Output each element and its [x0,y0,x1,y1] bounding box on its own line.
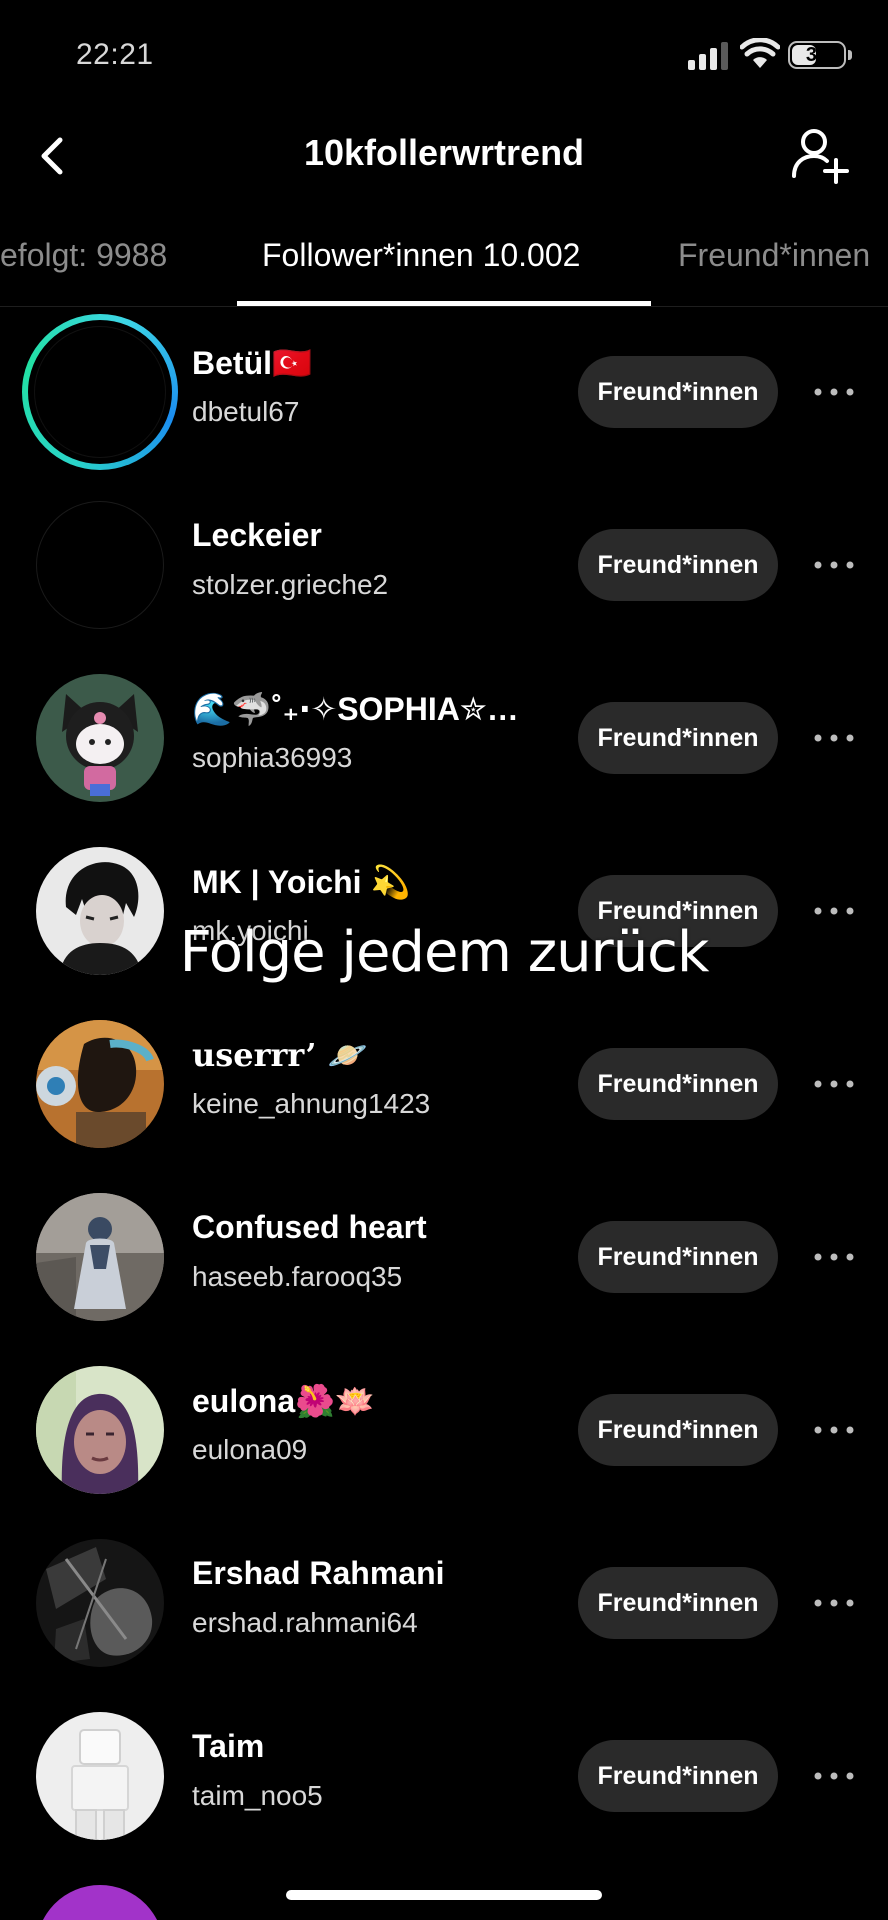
tab-followers[interactable]: Follower*innen 10.002 [262,237,580,274]
page-title: 10kfollerwrtrend [303,132,585,173]
user-name: 🌊🦈˚₊‧✧SOPHIA✮… [192,691,519,727]
user-handle: eulona09 [192,1434,308,1465]
avatar[interactable] [36,674,164,802]
more-options-icon[interactable] [812,551,856,579]
user-name: Betül🇹🇷 [192,345,312,381]
user-name: Taim [192,1728,265,1764]
battery-level: 37 [805,44,829,66]
friends-button[interactable]: Freund*innen [578,1567,778,1639]
status-time: 22:21 [76,38,154,71]
user-name: userrr’ 🪐 [192,1036,368,1074]
friends-button[interactable]: Freund*innen [578,356,778,428]
more-options-icon[interactable] [812,1243,856,1271]
user-handle: stolzer.grieche2 [192,569,389,600]
avatar[interactable] [36,1539,164,1667]
add-user-icon[interactable] [790,126,850,186]
list-item[interactable]: Betül🇹🇷 dbetul67 Freund*innen [0,308,888,480]
user-handle: haseeb.farooq35 [192,1261,403,1292]
friends-button[interactable]: Freund*innen [578,1394,778,1466]
more-options-icon[interactable] [812,1762,856,1790]
avatar[interactable] [36,1366,164,1494]
status-bar: 22:21 37 [0,0,888,110]
user-handle: dbetul67 [192,396,300,427]
friends-button[interactable]: Freund*innen [578,1740,778,1812]
home-indicator [286,1890,602,1900]
back-arrow-icon[interactable] [26,130,78,182]
avatar[interactable] [36,1020,164,1148]
cellular-signal-icon [688,42,728,70]
avatar[interactable] [36,1193,164,1321]
more-options-icon[interactable] [812,1589,856,1617]
user-name: MK | Yoichi 💫 [192,864,411,900]
friends-button[interactable]: Freund*innen [578,1221,778,1293]
friends-button[interactable]: Freund*innen [578,702,778,774]
user-name: Confused heart [192,1209,427,1245]
friends-button[interactable]: Freund*innen [578,529,778,601]
avatar[interactable] [36,1885,164,1920]
tab-following[interactable]: efolgt: 9988 [0,237,167,274]
user-handle: sophia36993 [192,742,353,773]
more-options-icon[interactable] [812,897,856,925]
more-options-icon[interactable] [812,378,856,406]
tab-bar: efolgt: 9988 Follower*innen 10.002 Freun… [0,225,888,307]
list-item[interactable]: 🌊🦈˚₊‧✧SOPHIA✮… sophia36993 Freund*innen [0,654,888,826]
story-ring[interactable] [22,314,178,470]
list-item[interactable]: userrr’ 🪐 keine_ahnung1423 Freund*innen [0,1000,888,1172]
avatar[interactable] [36,501,164,629]
user-handle: taim_noo5 [192,1780,323,1811]
list-item[interactable]: Ershad Rahmani ershad.rahmani64 Freund*i… [0,1519,888,1691]
friends-button[interactable]: Freund*innen [578,1048,778,1120]
user-name: Ershad Rahmani [192,1555,445,1591]
battery-icon: 37 [788,41,846,69]
user-name: Leckeier [192,517,322,553]
list-item[interactable]: Leckeier stolzer.grieche2 Freund*innen [0,481,888,653]
wifi-icon [740,38,780,68]
list-item[interactable]: Confused heart haseeb.farooq35 Freund*in… [0,1173,888,1345]
user-handle: ershad.rahmani64 [192,1607,418,1638]
list-item[interactable]: Taim taim_noo5 Freund*innen [0,1692,888,1864]
overlay-caption: Folge jedem zurück [179,920,710,985]
more-options-icon[interactable] [812,1416,856,1444]
active-tab-indicator [237,301,651,306]
user-name: eulona🌺🪷 [192,1383,375,1419]
list-item[interactable]: eulona🌺🪷 eulona09 Freund*innen [0,1346,888,1518]
avatar[interactable] [36,1712,164,1840]
battery-tip [848,50,852,60]
more-options-icon[interactable] [812,724,856,752]
user-handle: keine_ahnung1423 [192,1088,431,1119]
more-options-icon[interactable] [812,1070,856,1098]
tab-friends[interactable]: Freund*innen [678,237,870,274]
avatar[interactable] [34,326,166,458]
